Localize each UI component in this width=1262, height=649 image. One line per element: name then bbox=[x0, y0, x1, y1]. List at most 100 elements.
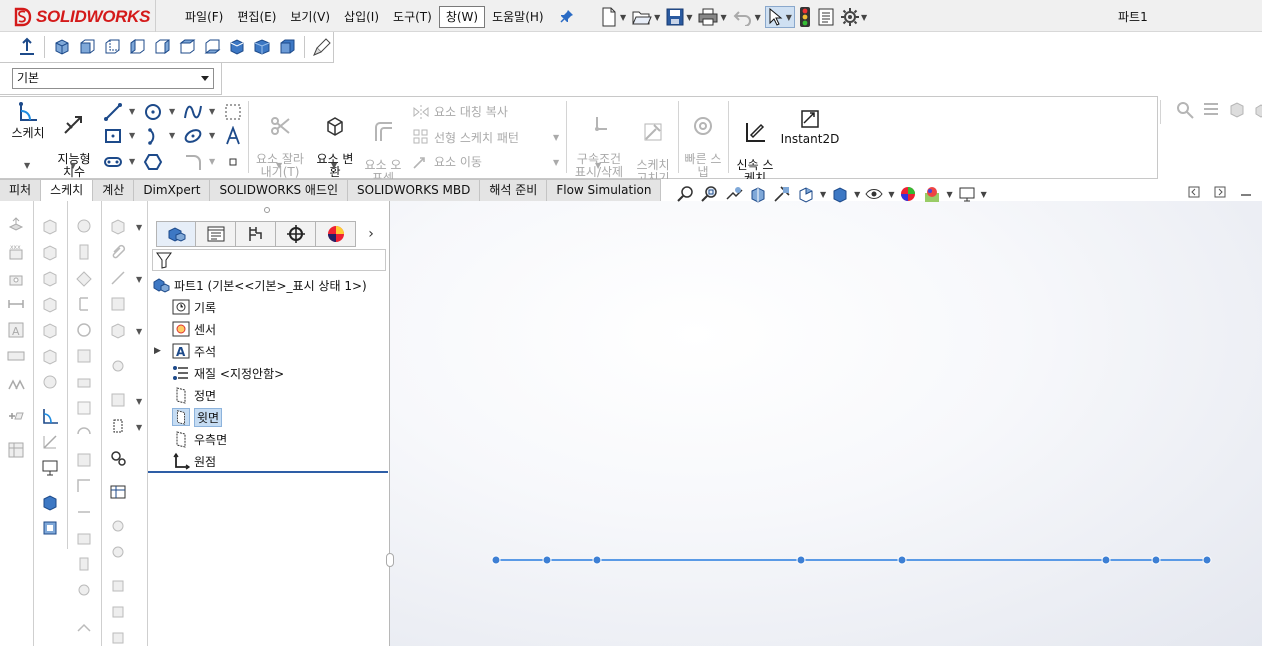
tab-property-manager[interactable] bbox=[196, 221, 236, 247]
weld-icon[interactable] bbox=[5, 371, 27, 393]
gray-tool-icon[interactable] bbox=[107, 575, 129, 597]
chevron-down-icon[interactable]: ▼ bbox=[136, 223, 142, 232]
box-gray-icon[interactable] bbox=[39, 371, 61, 393]
tree-item-sensors[interactable]: 센서 bbox=[172, 319, 216, 339]
chevron-down-icon[interactable]: ▼ bbox=[276, 161, 282, 170]
tab-addins[interactable]: SOLIDWORKS 애드인 bbox=[210, 179, 349, 201]
gray-tool-icon[interactable] bbox=[107, 293, 129, 315]
tree-item-top-plane[interactable]: 윗면 bbox=[172, 407, 223, 427]
menu-insert[interactable]: 삽입(I) bbox=[337, 6, 386, 28]
view-left-button[interactable] bbox=[126, 35, 148, 59]
menu-file[interactable]: 파일(F) bbox=[178, 6, 230, 28]
gray-tool-icon[interactable] bbox=[73, 527, 95, 549]
magnifier-icon[interactable] bbox=[1175, 100, 1195, 120]
text-button[interactable] bbox=[222, 125, 244, 147]
annotation-text-icon[interactable]: A bbox=[5, 319, 27, 341]
point-button[interactable] bbox=[222, 151, 244, 173]
tab-feature-tree[interactable] bbox=[156, 221, 196, 247]
view-settings-button[interactable] bbox=[957, 184, 977, 204]
apply-scene-button[interactable] bbox=[922, 184, 942, 204]
zoom-area-button[interactable] bbox=[700, 184, 720, 204]
gray-tool-icon[interactable] bbox=[73, 371, 95, 393]
open-button[interactable]: ▼ bbox=[630, 6, 662, 28]
tab-dimxpert[interactable]: DimXpert bbox=[134, 179, 211, 201]
tree-item-annotations[interactable]: ▶ A 주석 bbox=[154, 341, 216, 361]
chevron-down-icon[interactable]: ▼ bbox=[981, 190, 987, 199]
tab-simulation-prep[interactable]: 해석 준비 bbox=[480, 179, 548, 201]
edit-appearance-button[interactable] bbox=[898, 184, 918, 204]
rollback-bar[interactable] bbox=[148, 471, 388, 473]
tab-evaluate[interactable]: 계산 bbox=[93, 179, 135, 201]
tab-configuration-manager[interactable] bbox=[236, 221, 276, 247]
tab-features[interactable]: 피처 bbox=[0, 179, 42, 201]
spline-button[interactable] bbox=[182, 101, 204, 123]
menu-tools[interactable]: 도구(T) bbox=[386, 6, 439, 28]
gray-tool-icon[interactable] bbox=[73, 423, 95, 445]
list-icon[interactable] bbox=[1201, 100, 1221, 120]
line-button[interactable] bbox=[102, 101, 124, 123]
menu-help[interactable]: 도움말(H) bbox=[485, 6, 551, 28]
surface-icon[interactable] bbox=[39, 517, 61, 539]
tree-item-origin[interactable]: 원점 bbox=[172, 451, 216, 471]
display-style-button[interactable] bbox=[830, 184, 850, 204]
box-gray-icon[interactable] bbox=[39, 345, 61, 367]
view-back-button[interactable] bbox=[101, 35, 123, 59]
datum-icon[interactable] bbox=[5, 405, 27, 427]
tree-item-material[interactable]: 재질 <지정안함> bbox=[172, 363, 284, 383]
chevron-down-icon[interactable]: ▼ bbox=[24, 161, 30, 170]
panel-grip-icon[interactable] bbox=[264, 207, 270, 213]
gray-tool-icon[interactable] bbox=[107, 267, 129, 289]
hole-icon[interactable] bbox=[5, 267, 27, 289]
gray-tool-icon[interactable] bbox=[107, 541, 129, 563]
gray-tool-icon[interactable] bbox=[73, 319, 95, 341]
circle-button[interactable] bbox=[142, 101, 164, 123]
chevron-down-icon[interactable]: ▼ bbox=[553, 158, 559, 167]
tree-item-right-plane[interactable]: 우측면 bbox=[172, 429, 227, 449]
restore-left-icon[interactable] bbox=[1188, 186, 1200, 198]
sketch-picture-icon[interactable] bbox=[39, 457, 61, 479]
plane-icon[interactable] bbox=[107, 415, 129, 437]
previous-view-button[interactable] bbox=[724, 184, 744, 204]
chevron-down-icon[interactable]: ▼ bbox=[331, 161, 337, 170]
box-gray-icon[interactable] bbox=[39, 267, 61, 289]
construction-geometry-button[interactable] bbox=[222, 101, 244, 123]
gray-tool-icon[interactable] bbox=[107, 215, 129, 237]
chevron-down-icon[interactable]: ▼ bbox=[129, 157, 135, 166]
tree-filter[interactable] bbox=[152, 249, 386, 271]
view-top-button[interactable] bbox=[176, 35, 198, 59]
graphics-area[interactable] bbox=[390, 201, 1262, 646]
view-dimetric-button[interactable] bbox=[251, 35, 273, 59]
section-view-button-hu[interactable] bbox=[748, 184, 768, 204]
tree-item-history[interactable]: 기록 bbox=[172, 297, 216, 317]
view-right-button[interactable] bbox=[151, 35, 173, 59]
tab-sketch[interactable]: 스케치 bbox=[41, 179, 94, 201]
gray-tool-icon[interactable] bbox=[107, 601, 129, 623]
arc-button[interactable] bbox=[142, 125, 164, 147]
linear-pattern-button[interactable]: 선형 스케치 패턴 bbox=[412, 128, 519, 146]
view-isometric-button[interactable] bbox=[51, 35, 73, 59]
block-icon[interactable] bbox=[39, 491, 61, 513]
constraint-icon[interactable] bbox=[5, 293, 27, 315]
configuration-select[interactable]: 기본 bbox=[12, 68, 214, 89]
chevron-down-icon[interactable]: ▼ bbox=[136, 397, 142, 406]
chevron-down-icon[interactable]: ▼ bbox=[129, 107, 135, 116]
tab-display-manager[interactable] bbox=[316, 221, 356, 247]
normal-to-button[interactable] bbox=[16, 35, 38, 59]
chevron-down-icon[interactable]: ▼ bbox=[209, 107, 215, 116]
chevron-down-icon[interactable]: ▼ bbox=[553, 133, 559, 142]
tab-dimxpert-manager[interactable] bbox=[276, 221, 316, 247]
minimize-icon[interactable] bbox=[1240, 186, 1252, 198]
zoom-to-fit-button[interactable] bbox=[676, 184, 696, 204]
extrude-icon[interactable] bbox=[5, 215, 27, 237]
chevron-down-icon[interactable]: ▼ bbox=[169, 107, 175, 116]
chevron-down-icon[interactable]: ▼ bbox=[136, 423, 142, 432]
view-single-button[interactable] bbox=[276, 35, 298, 59]
tree-root[interactable]: 파트1 (기본<<기본>_표시 상태 1>) bbox=[152, 275, 367, 295]
tree-item-front-plane[interactable]: 정면 bbox=[172, 385, 216, 405]
chevron-down-icon[interactable]: ▼ bbox=[136, 327, 142, 336]
sketch-3d-icon[interactable] bbox=[39, 431, 61, 453]
gray-tool-icon[interactable] bbox=[73, 449, 95, 471]
gray-tool-icon[interactable] bbox=[73, 267, 95, 289]
new-document-button[interactable]: ▼ bbox=[598, 6, 628, 28]
view-front-button[interactable] bbox=[76, 35, 98, 59]
